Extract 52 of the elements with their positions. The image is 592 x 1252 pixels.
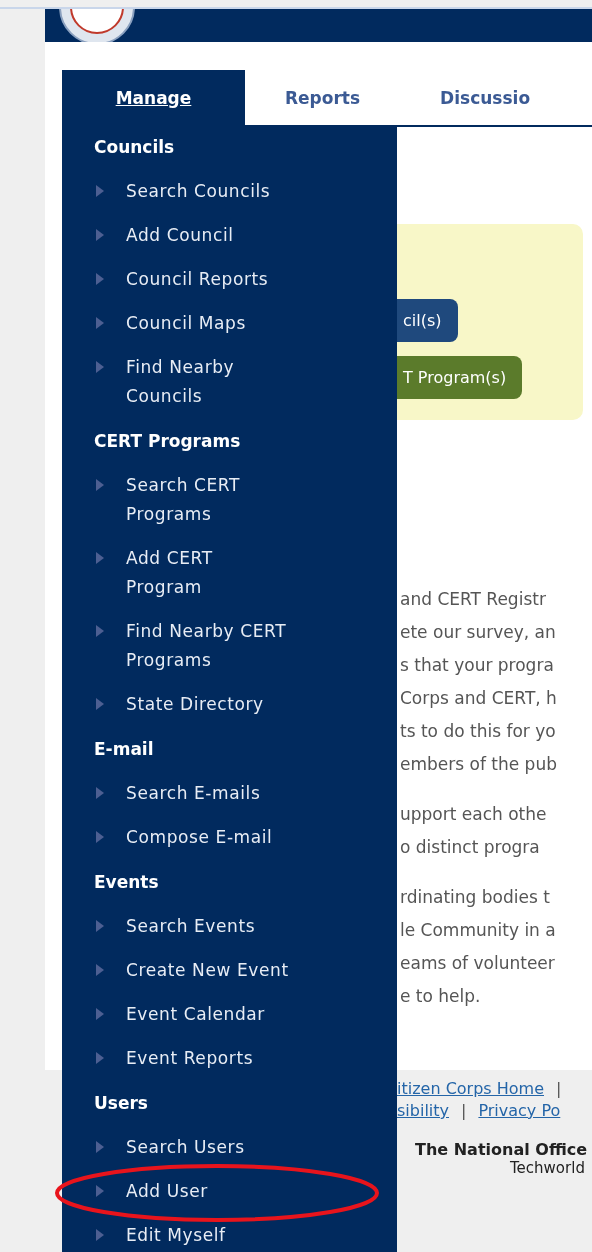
menu-item[interactable]: Add User bbox=[126, 1177, 208, 1206]
menu-item[interactable]: Add Council bbox=[126, 221, 234, 250]
nav-tab[interactable]: Manage bbox=[62, 70, 245, 125]
menu-item[interactable]: Compose E-mail bbox=[126, 823, 273, 852]
triangle-icon bbox=[96, 273, 104, 285]
triangle-icon bbox=[96, 920, 104, 932]
menu-item[interactable]: Add CERT Program bbox=[126, 544, 290, 602]
menu-item[interactable]: Search Users bbox=[126, 1133, 245, 1162]
triangle-icon bbox=[96, 625, 104, 637]
triangle-icon bbox=[96, 1141, 104, 1153]
footer-link[interactable]: sibility bbox=[397, 1100, 449, 1122]
menu-item[interactable]: Council Reports bbox=[126, 265, 269, 294]
triangle-icon bbox=[96, 964, 104, 976]
paragraph: upport each othe o distinct progra bbox=[400, 803, 548, 859]
menu-heading: CERT Programs bbox=[93, 430, 242, 453]
menu-item[interactable]: Event Calendar bbox=[126, 1000, 265, 1029]
menu-item[interactable]: Search CERT Programs bbox=[126, 471, 290, 529]
menu-item[interactable]: Find Nearby CERT Programs bbox=[126, 617, 290, 675]
menu-item[interactable]: Search Events bbox=[126, 912, 256, 941]
footer-separator: | bbox=[556, 1078, 562, 1100]
triangle-icon bbox=[96, 698, 104, 710]
footer-location: Techworld bbox=[510, 1159, 586, 1177]
triangle-icon bbox=[96, 1229, 104, 1241]
footer-office: The National Office bbox=[415, 1140, 589, 1159]
triangle-icon bbox=[96, 831, 104, 843]
menu-heading: E-mail bbox=[93, 738, 155, 761]
triangle-icon bbox=[96, 787, 104, 799]
triangle-icon bbox=[96, 1185, 104, 1197]
paragraph: rdinating bodies t le Community in a eams of volunteer e to help. bbox=[400, 886, 557, 1008]
triangle-icon bbox=[96, 1008, 104, 1020]
menu-item[interactable]: Create New Event bbox=[126, 956, 289, 985]
menu-heading: Users bbox=[93, 1092, 149, 1115]
triangle-icon bbox=[96, 552, 104, 564]
menu-item[interactable]: State Directory bbox=[126, 690, 264, 719]
menu-heading: Councils bbox=[93, 136, 176, 159]
menu-item[interactable]: Council Maps bbox=[126, 309, 246, 338]
paragraph: and CERT Registr ete our survey, an s that your progra Corps and CERT, h ts to do this for yo embers of the pub bbox=[400, 588, 558, 776]
triangle-icon bbox=[96, 229, 104, 241]
menu-item[interactable]: Event Reports bbox=[126, 1044, 254, 1073]
menu-item[interactable]: Edit Myself bbox=[126, 1221, 226, 1250]
menu-heading: Events bbox=[93, 871, 160, 894]
menu-item[interactable]: Find Nearby Councils bbox=[126, 353, 290, 411]
menu-item[interactable]: Search Councils bbox=[126, 177, 271, 206]
triangle-icon bbox=[96, 361, 104, 373]
footer-link[interactable]: Privacy Po bbox=[478, 1100, 561, 1122]
menu-item[interactable]: Search E-mails bbox=[126, 779, 261, 808]
triangle-icon bbox=[96, 185, 104, 197]
footer-separator: | bbox=[461, 1100, 467, 1122]
triangle-icon bbox=[96, 317, 104, 329]
triangle-icon bbox=[96, 1052, 104, 1064]
footer-link[interactable]: itizen Corps Home bbox=[397, 1078, 544, 1100]
triangle-icon bbox=[96, 479, 104, 491]
